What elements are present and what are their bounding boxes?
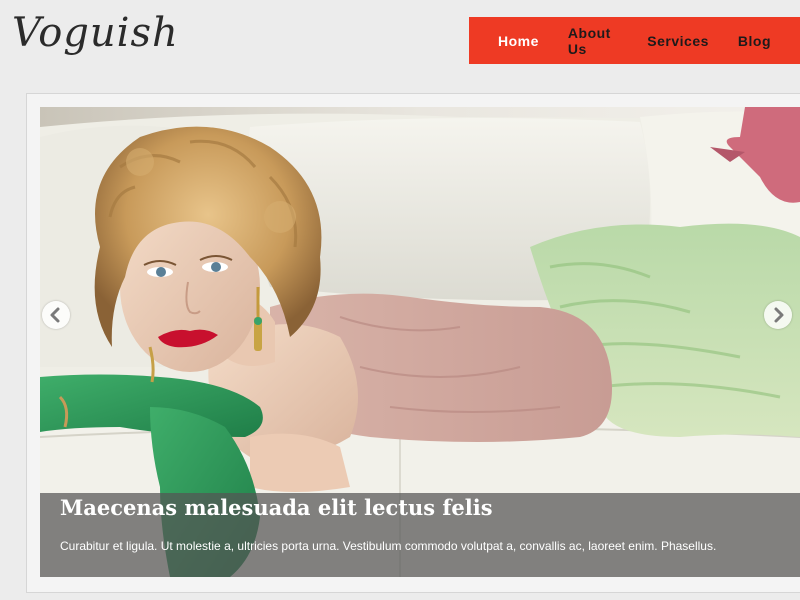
slider-prev-button[interactable] xyxy=(42,301,70,329)
slider-next-button[interactable] xyxy=(764,301,792,329)
nav-item-about-us[interactable]: About Us xyxy=(568,25,618,57)
chevron-left-icon xyxy=(42,301,70,329)
nav-item-home[interactable]: Home xyxy=(498,33,539,49)
site-header: Voguish Home About Us Services Blog xyxy=(0,0,800,90)
slide-caption: Maecenas malesuada elit lectus felis Cur… xyxy=(40,493,800,577)
caption-title: Maecenas malesuada elit lectus felis xyxy=(60,495,493,520)
slider-image: Maecenas malesuada elit lectus felis Cur… xyxy=(40,107,800,577)
caption-text: Curabitur et ligula. Ut molestie a, ultr… xyxy=(60,539,717,553)
site-logo[interactable]: Voguish xyxy=(12,10,179,56)
chevron-right-icon xyxy=(764,301,792,329)
nav-item-services[interactable]: Services xyxy=(647,33,709,49)
main-navigation: Home About Us Services Blog xyxy=(469,17,800,64)
nav-item-blog[interactable]: Blog xyxy=(738,33,771,49)
